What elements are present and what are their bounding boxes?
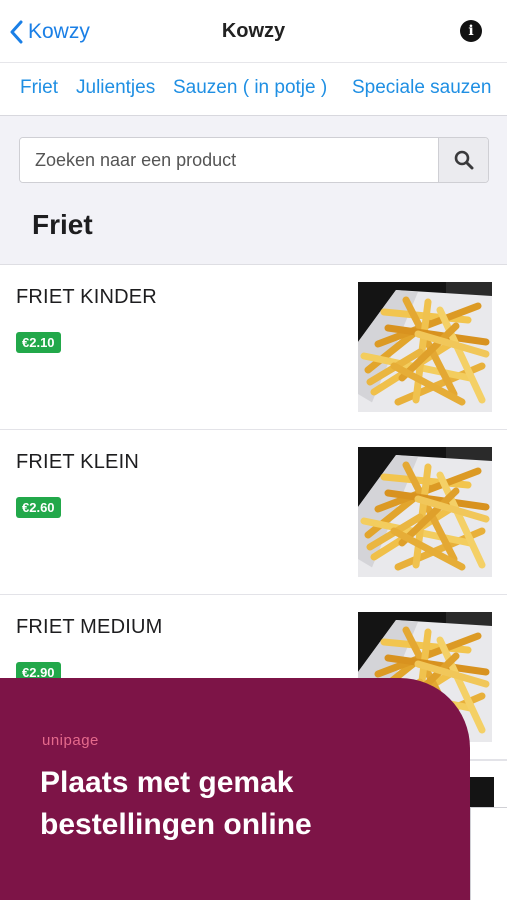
search-button[interactable] [438, 138, 488, 182]
search-icon [454, 150, 473, 170]
card-edge [470, 807, 507, 900]
fries-image [470, 777, 494, 807]
info-icon[interactable]: i [460, 20, 482, 42]
list-item [470, 760, 507, 900]
category-tabs: Friet Julientjes Sauzen ( in potje ) Spe… [0, 62, 507, 116]
product-name: FRIET MEDIUM [16, 616, 163, 638]
product-name: FRIET KINDER [16, 286, 157, 308]
promo-banner[interactable]: unipage Plaats met gemak bestellingen on… [0, 678, 470, 900]
navigation-bar: Kowzy Kowzy i [0, 0, 507, 62]
search-input[interactable] [20, 138, 438, 182]
fries-image [358, 282, 492, 412]
fries-image [358, 447, 492, 577]
price-badge: €2.60 [16, 497, 61, 518]
product-row[interactable]: FRIET KLEIN €2.60 [0, 430, 507, 595]
search-section: Friet [0, 116, 507, 265]
brand-name: unipage [42, 732, 99, 749]
promo-headline: Plaats met gemak bestellingen online [40, 766, 312, 841]
tab-friet[interactable]: Friet [20, 77, 58, 99]
tab-julientjes[interactable]: Julientjes [76, 77, 155, 99]
product-row[interactable]: FRIET KINDER €2.10 [0, 265, 507, 430]
brand-logo: unipage [42, 732, 99, 749]
tab-speciale-sauzen[interactable]: Speciale sauzen [352, 77, 491, 99]
section-title: Friet [32, 209, 93, 240]
price-badge: €2.10 [16, 332, 61, 353]
search-bar [19, 137, 489, 183]
page-title: Kowzy [221, 20, 286, 42]
tab-sauzen-in-potje[interactable]: Sauzen ( in potje ) [173, 77, 327, 99]
product-name: FRIET KLEIN [16, 451, 139, 473]
